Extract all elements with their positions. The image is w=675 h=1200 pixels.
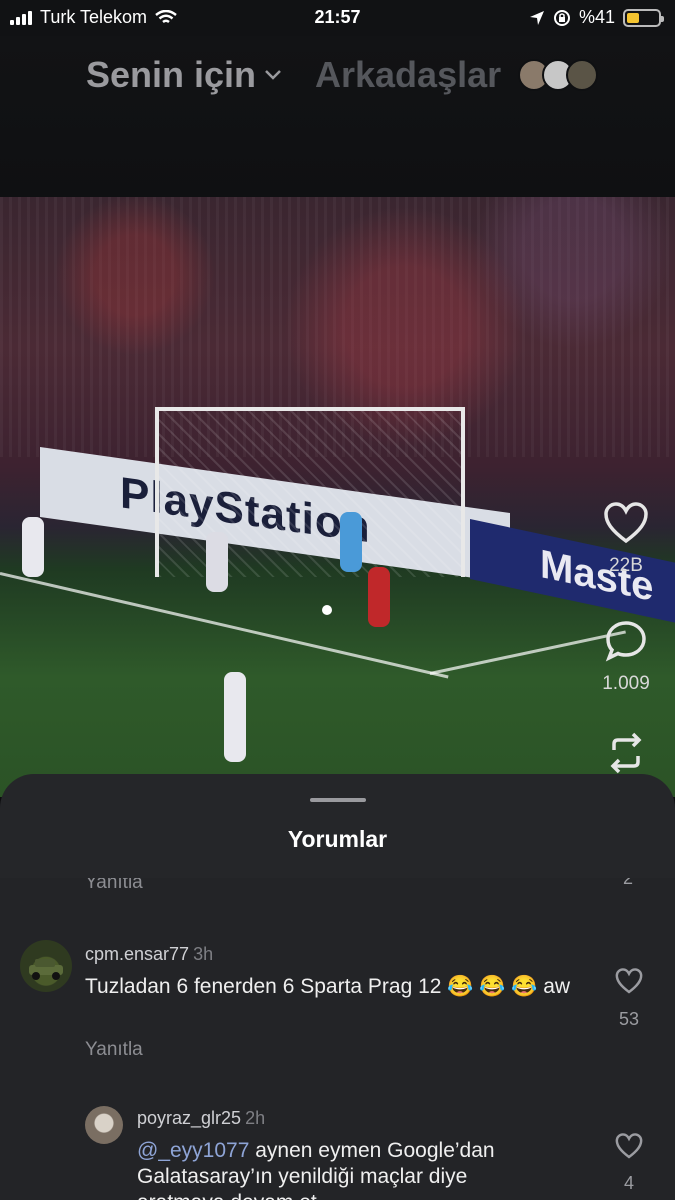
video-goal [155,407,465,577]
comment-text: @_eyy1077 aynen eymen Google’dan Galatas… [137,1138,557,1200]
player [340,512,362,572]
sheet-title: Yorumlar [287,826,388,852]
comment-username[interactable]: poyraz_glr25 2h [137,1108,265,1129]
ball [322,605,332,615]
orientation-lock-icon [553,9,570,26]
comment-count: 1.009 [602,673,650,694]
tab-for-you-label: Senin için [86,54,257,95]
comment-text: Tuzladan 6 fenerden 6 Sparta Prag 12 😂 😂… [85,975,571,998]
battery-percent: %41 [578,7,615,27]
chevron-down-icon [265,70,281,80]
reply-button[interactable]: Yanıtla [85,878,143,894]
like-count: 4 [623,1173,634,1193]
comment-list[interactable]: Yanıtla 2 cpm.ensar77 3h Tuzladan 6 fener… [0,878,675,1200]
friends-avatar-stack[interactable] [518,59,598,91]
heart-icon [604,502,648,544]
like-count: 22B [609,555,643,576]
location-arrow-icon [529,10,544,25]
sheet-drag-handle[interactable] [310,798,366,802]
player [368,567,390,627]
heart-icon[interactable] [615,968,643,994]
player [206,532,228,592]
comments-sheet: Yorumlar Yanıtla 2 cpm.ensar77 3h Tuzlada… [0,774,675,1200]
status-bar: Turk Telekom 21:57 %41 [0,0,675,36]
top-navigation: Senin için Arkadaşlar [0,36,675,198]
avatar [566,59,598,91]
like-action[interactable]: 22B [596,502,656,577]
comment-username[interactable]: cpm.ensar77 3h [85,944,213,965]
car-icon [29,959,63,980]
player [22,517,44,577]
comment-time: 2h [245,1108,266,1128]
like-count: 53 [618,1009,640,1029]
heart-icon[interactable] [615,1133,643,1159]
comment-bubble-icon [605,621,646,662]
tab-friends-label: Arkadaşlar [315,54,502,95]
repost-action[interactable] [596,732,656,779]
comment-time: 3h [193,944,214,964]
tab-friends[interactable]: Arkadaşlar [315,54,501,96]
player [224,672,246,762]
mention-link[interactable]: @_eyy1077 [137,1139,249,1162]
battery-level [627,12,640,23]
like-count: 2 [622,878,633,888]
avatar[interactable] [85,1106,123,1144]
reply-button[interactable]: Yanıtla [85,1039,143,1061]
avatar[interactable] [20,940,72,992]
battery-icon [623,8,664,27]
video-player[interactable]: PlayStation Maste [0,197,675,797]
tab-for-you[interactable]: Senin için [86,54,282,96]
comment-action[interactable]: 1.009 [596,620,656,695]
repost-icon [610,732,642,774]
